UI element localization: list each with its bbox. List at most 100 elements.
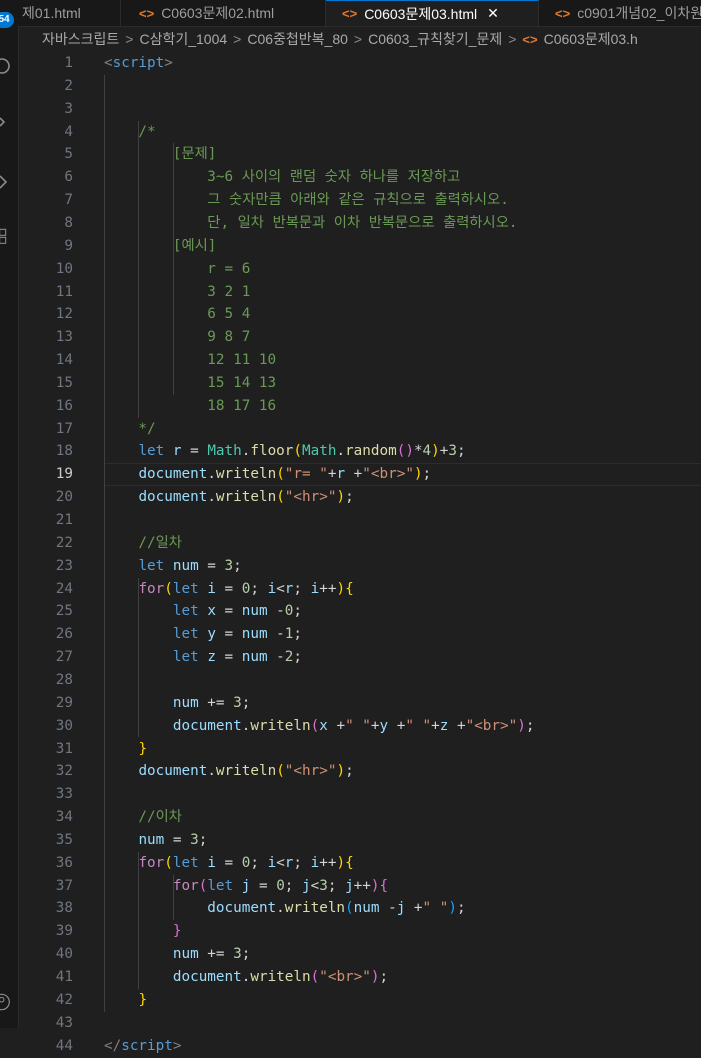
line-number: 15	[55, 374, 73, 391]
run-debug-icon[interactable]	[0, 172, 14, 192]
code-line[interactable]: 13 9 8 7	[18, 326, 701, 349]
line-number: 33	[55, 786, 73, 803]
code-line[interactable]: 27 let z = num -2;	[18, 646, 701, 669]
code-line[interactable]: 7 그 숫자만큼 아래와 같은 규칙으로 출력하시오.	[18, 189, 701, 212]
breadcrumb-item[interactable]: C06중첩반복_80	[247, 29, 348, 49]
code-line[interactable]: 31 }	[18, 738, 701, 761]
code-line[interactable]: 42 }	[18, 989, 701, 1012]
code-line[interactable]: 38 document.writeln(num -j +" ");	[18, 897, 701, 920]
code-line[interactable]: 16 18 17 16	[18, 395, 701, 418]
code-token: script	[112, 55, 165, 71]
breadcrumb-item[interactable]: C삼학기_1004	[139, 29, 227, 49]
code-line[interactable]: 8 단, 일차 반복문과 이차 반복문으로 출력하시오.	[18, 212, 701, 235]
code-line[interactable]: 21	[18, 509, 701, 532]
code-line[interactable]: 6 3~6 사이의 랜덤 숫자 하나를 저장하고	[18, 166, 701, 189]
code-token: 4	[422, 443, 432, 460]
code-line[interactable]: 25 let x = num -0;	[18, 600, 701, 623]
code-token: ()	[396, 443, 414, 460]
indent-guide	[104, 74, 105, 1012]
breadcrumb-item[interactable]: C0603문제03.h	[544, 29, 638, 49]
code-token: )	[336, 580, 346, 597]
code-line[interactable]: 22 //일차	[18, 532, 701, 555]
code-line[interactable]: 14 12 11 10	[18, 349, 701, 372]
code-line[interactable]: 33	[18, 783, 701, 806]
code-token: 3	[190, 831, 199, 848]
code-text: for(let i = 0; i<r; i++){	[104, 578, 353, 601]
code-editor[interactable]: 1 <script> 2 3 4 /* 5 [문제] 6 3~6 사이의 랜덤 숫자 하나를…	[18, 52, 701, 1054]
code-token: >	[164, 55, 173, 71]
code-text: let num = 3;	[104, 555, 241, 578]
code-line[interactable]: 17 */	[18, 418, 701, 441]
code-token: i	[207, 854, 216, 871]
code-line[interactable]: 11 3 2 1	[18, 281, 701, 304]
code-line[interactable]: 5 [문제]	[18, 143, 701, 166]
code-line[interactable]: 34 //이차	[18, 806, 701, 829]
code-line[interactable]: 29 num += 3;	[18, 692, 701, 715]
code-token: i	[267, 854, 277, 871]
line-number: 20	[55, 489, 73, 506]
code-token: 15 14 13	[104, 374, 277, 391]
tab-c0901-concept02[interactable]: <> c0901개념02_이차원	[539, 0, 701, 26]
extensions-icon[interactable]	[0, 228, 14, 248]
source-control-icon[interactable]	[0, 114, 14, 134]
code-token: 9 8 7	[104, 329, 251, 346]
code-token: 3	[319, 877, 328, 894]
code-text: 15 14 13	[104, 372, 276, 395]
breadcrumb-item[interactable]: C0603_규칙찾기_문제	[368, 29, 502, 49]
code-line[interactable]: 37 for(let j = 0; j<3; j++){	[18, 875, 701, 898]
code-line[interactable]: 15 15 14 13	[18, 372, 701, 395]
code-token: +	[448, 717, 466, 734]
code-line[interactable]: 24 for(let i = 0; i<r; i++){	[18, 578, 701, 601]
code-line[interactable]: 43	[18, 1012, 701, 1035]
code-token: }	[138, 991, 148, 1008]
code-token: [문제]	[104, 146, 217, 163]
code-line[interactable]: 28	[18, 669, 701, 692]
code-line[interactable]: 2	[18, 75, 701, 98]
code-token: for	[172, 877, 199, 894]
code-token: <	[276, 854, 285, 871]
code-line[interactable]: 36 for(let i = 0; i<r; i++){	[18, 852, 701, 875]
code-token: ;	[345, 763, 354, 780]
code-line[interactable]: 9 [예시]	[18, 235, 701, 258]
code-line[interactable]: 26 let y = num -1;	[18, 623, 701, 646]
code-token: =	[215, 854, 242, 871]
tab-c0601-problem01[interactable]: 제01.html	[18, 0, 121, 26]
tab-c0603-problem02[interactable]: <> C0603문제02.html	[121, 0, 326, 26]
code-line[interactable]: 39 }	[18, 920, 701, 943]
code-token: <	[276, 580, 285, 597]
tab-c0603-problem03[interactable]: <> C0603문제03.html ✕	[326, 0, 539, 26]
code-line[interactable]: 44 </script>	[18, 1035, 701, 1058]
code-line[interactable]: 18 let r = Math.floor(Math.random()*4)+3…	[18, 440, 701, 463]
code-token: y	[379, 717, 389, 734]
code-line[interactable]: 35 num = 3;	[18, 829, 701, 852]
code-line[interactable]: 1 <script>	[18, 52, 701, 75]
code-token: r = 6	[104, 260, 251, 277]
code-line[interactable]: 19 document.writeln("r= "+r +"<br>");	[18, 463, 701, 487]
code-token: random	[345, 443, 397, 460]
code-line[interactable]: 23 let num = 3;	[18, 555, 701, 578]
code-line[interactable]: 30 document.writeln(x +" "+y +" "+z +"<b…	[18, 715, 701, 738]
breadcrumb-item[interactable]: 자바스크립트	[42, 29, 119, 49]
code-token: num	[138, 831, 165, 848]
code-line[interactable]: 20 document.writeln("<hr>");	[18, 486, 701, 509]
code-line[interactable]: 10 r = 6	[18, 258, 701, 281]
code-token: =	[164, 831, 191, 848]
notification-badge[interactable]: 54	[0, 12, 14, 28]
line-number: 1	[64, 55, 73, 71]
code-line[interactable]: 12 6 5 4	[18, 303, 701, 326]
code-line[interactable]: 3	[18, 98, 701, 121]
activity-bar: 54	[0, 0, 19, 1028]
code-token: script	[121, 1037, 173, 1054]
code-token: let	[138, 557, 165, 574]
code-token: )	[336, 854, 346, 871]
code-line[interactable]: 32 document.writeln("<hr>");	[18, 760, 701, 783]
code-line[interactable]: 41 document.writeln("<br>");	[18, 966, 701, 989]
search-icon[interactable]	[0, 56, 14, 76]
code-line[interactable]: 40 num += 3;	[18, 943, 701, 966]
close-icon[interactable]: ✕	[487, 5, 499, 22]
code-token: (	[293, 443, 303, 460]
code-token: ;	[293, 626, 303, 643]
account-icon[interactable]	[0, 992, 14, 1012]
code-line[interactable]: 4 /*	[18, 121, 701, 144]
